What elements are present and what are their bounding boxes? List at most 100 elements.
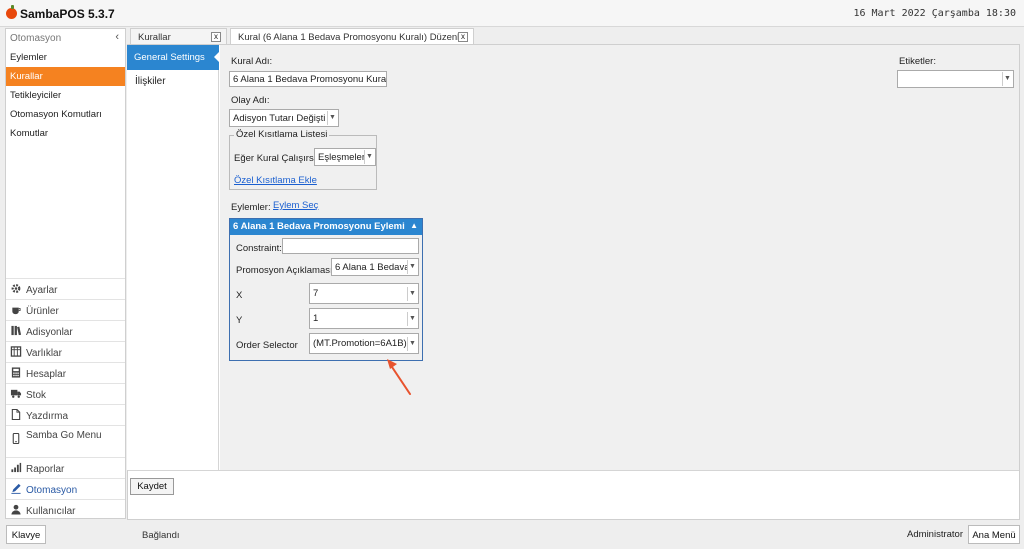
nav-item-komutlar[interactable]: Komutlar [6,124,125,143]
date-time-display: 16 Mart 2022 Çarşamba 18:30 [853,8,1016,19]
section-kullanicilar[interactable]: Kullanıcılar [6,499,125,519]
bar-chart-icon [11,462,22,473]
nav-general-settings[interactable]: General Settings [127,45,220,70]
section-samba-go-menu[interactable]: Samba Go Menu [6,425,125,457]
order-selector-select[interactable]: (MT.Promotion=6A1B) ▼ [309,333,419,354]
save-button[interactable]: Kaydet [130,478,174,495]
close-icon[interactable]: x [458,32,468,42]
phone-icon [12,433,20,444]
section-urunler[interactable]: Ürünler [6,299,125,319]
event-name-value: Adisyon Tutarı Değişti [233,113,326,124]
user-name: Administrator [907,529,963,540]
pencil-icon [11,483,21,494]
sambapos-logo-icon [6,5,17,19]
chevron-down-icon[interactable]: ▼ [407,287,417,301]
nav-header-label: Otomasyon [10,33,62,44]
constraint-input[interactable] [282,238,419,254]
section-ayarlar[interactable]: Ayarlar [6,278,125,298]
nav-item-otomasyon-komutlari[interactable]: Otomasyon Komutları [6,105,125,124]
table-icon [10,346,22,357]
user-icon [11,504,21,515]
close-icon[interactable]: x [211,32,221,42]
section-label: Otomasyon [26,485,78,496]
chevron-down-icon[interactable]: ▼ [407,312,417,326]
bottom-bar: Klavye Bağlandı Administrator Ana Menü [0,521,1024,549]
main-menu-button[interactable]: Ana Menü [968,525,1020,544]
action-panel-header[interactable]: 6 Alana 1 Bedava Promosyonu Eylemi ▲ [230,219,422,235]
section-hesaplar[interactable]: Hesaplar [6,362,125,382]
books-icon [11,325,22,336]
tab-label: Kural (6 Alana 1 Bedava Promosyonu Kural… [238,32,465,43]
nav-item-tetikleyiciler[interactable]: Tetikleyiciler [6,86,125,105]
app-title: SambaPOS 5.3.7 [20,7,115,21]
chevron-down-icon[interactable]: ▼ [1002,72,1012,86]
keyboard-button[interactable]: Klavye [6,525,46,544]
order-selector-value: (MT.Promotion=6A1B) [313,338,407,349]
calculator-icon [11,367,21,378]
settings-navigation: General Settings İlişkiler [127,45,220,470]
y-label: Y [236,315,243,326]
chevron-down-icon[interactable]: ▼ [364,150,374,164]
section-label: Adisyonlar [26,327,73,338]
tab-label: Kurallar [138,32,171,43]
section-raporlar[interactable]: Raporlar [6,457,125,477]
add-constraint-link[interactable]: Özel Kısıtlama Ekle [234,175,317,186]
section-label: Raporlar [26,464,65,475]
chevron-down-icon[interactable]: ▼ [407,260,417,274]
section-label: Ayarlar [26,285,58,296]
x-select[interactable]: 7 ▼ [309,283,419,304]
section-label: Ürünler [26,306,59,317]
promo-desc-label: Promosyon Açıklaması [236,265,333,276]
constraint-label: Constraint: [236,243,282,254]
annotation-arrow-icon [387,359,411,395]
chevron-down-icon[interactable]: ▼ [407,337,417,351]
x-value: 7 [313,288,319,299]
event-name-label: Olay Adı: [231,95,270,106]
section-label: Varlıklar [26,348,62,359]
document-icon [11,409,21,420]
section-label: Samba Go Menu [26,430,102,441]
nav-header: Otomasyon ‹ [6,29,125,48]
section-otomasyon[interactable]: Otomasyon [6,478,125,498]
nav-item-eylemler[interactable]: Eylemler [6,48,125,67]
collapse-chevron-icon[interactable]: ‹ [115,31,119,43]
section-stok[interactable]: Stok [6,383,125,403]
truck-icon [10,389,22,398]
nav-relations[interactable]: İlişkiler [135,76,166,87]
y-value: 1 [313,313,319,324]
execute-if-select[interactable]: Eşleşmeler ▼ [314,148,376,166]
title-bar: SambaPOS 5.3.7 16 Mart 2022 Çarşamba 18:… [0,0,1024,27]
section-label: Hesaplar [26,369,67,380]
section-label: Yazdırma [26,411,69,422]
constraint-group-title: Özel Kısıtlama Listesi [234,129,330,140]
cup-icon [12,307,21,315]
left-navigation: Otomasyon ‹ Eylemler Kurallar Tetikleyic… [5,28,126,519]
tags-label: Etiketler: [899,56,936,67]
order-selector-label: Order Selector [236,340,298,351]
action-title: 6 Alana 1 Bedava Promosyonu Eylemi [233,221,405,232]
section-label: Stok [26,390,47,401]
section-label: Kullanıcılar [26,506,76,517]
rule-name-input[interactable]: 6 Alana 1 Bedava Promosyonu Kuralı [229,71,387,87]
tab-kurallar[interactable]: Kurallar x [130,28,227,45]
gear-icon [11,284,21,293]
section-varliklar[interactable]: Varlıklar [6,341,125,361]
actions-label: Eylemler: [231,202,271,213]
execute-if-label: Eğer Kural Çalışırsa [234,153,320,164]
tags-select[interactable]: ▼ [897,70,1014,88]
section-adisyonlar[interactable]: Adisyonlar [6,320,125,340]
collapse-icon[interactable]: ▲ [410,221,418,230]
rule-name-label: Kural Adı: [231,56,273,67]
divider [128,470,1019,471]
x-label: X [236,290,243,301]
select-action-link[interactable]: Eylem Seç [273,200,318,211]
connection-status: Bağlandı [142,530,180,541]
nav-item-kurallar[interactable]: Kurallar [6,67,125,86]
promo-desc-value: 6 Alana 1 Bedava [335,262,410,273]
y-select[interactable]: 1 ▼ [309,308,419,329]
chevron-down-icon[interactable]: ▼ [327,111,337,125]
event-name-select[interactable]: Adisyon Tutarı Değişti ▼ [229,109,339,127]
promo-desc-select[interactable]: 6 Alana 1 Bedava ▼ [331,258,419,276]
section-yazdirma[interactable]: Yazdırma [6,404,125,424]
execute-if-value: Eşleşmeler [318,152,365,163]
